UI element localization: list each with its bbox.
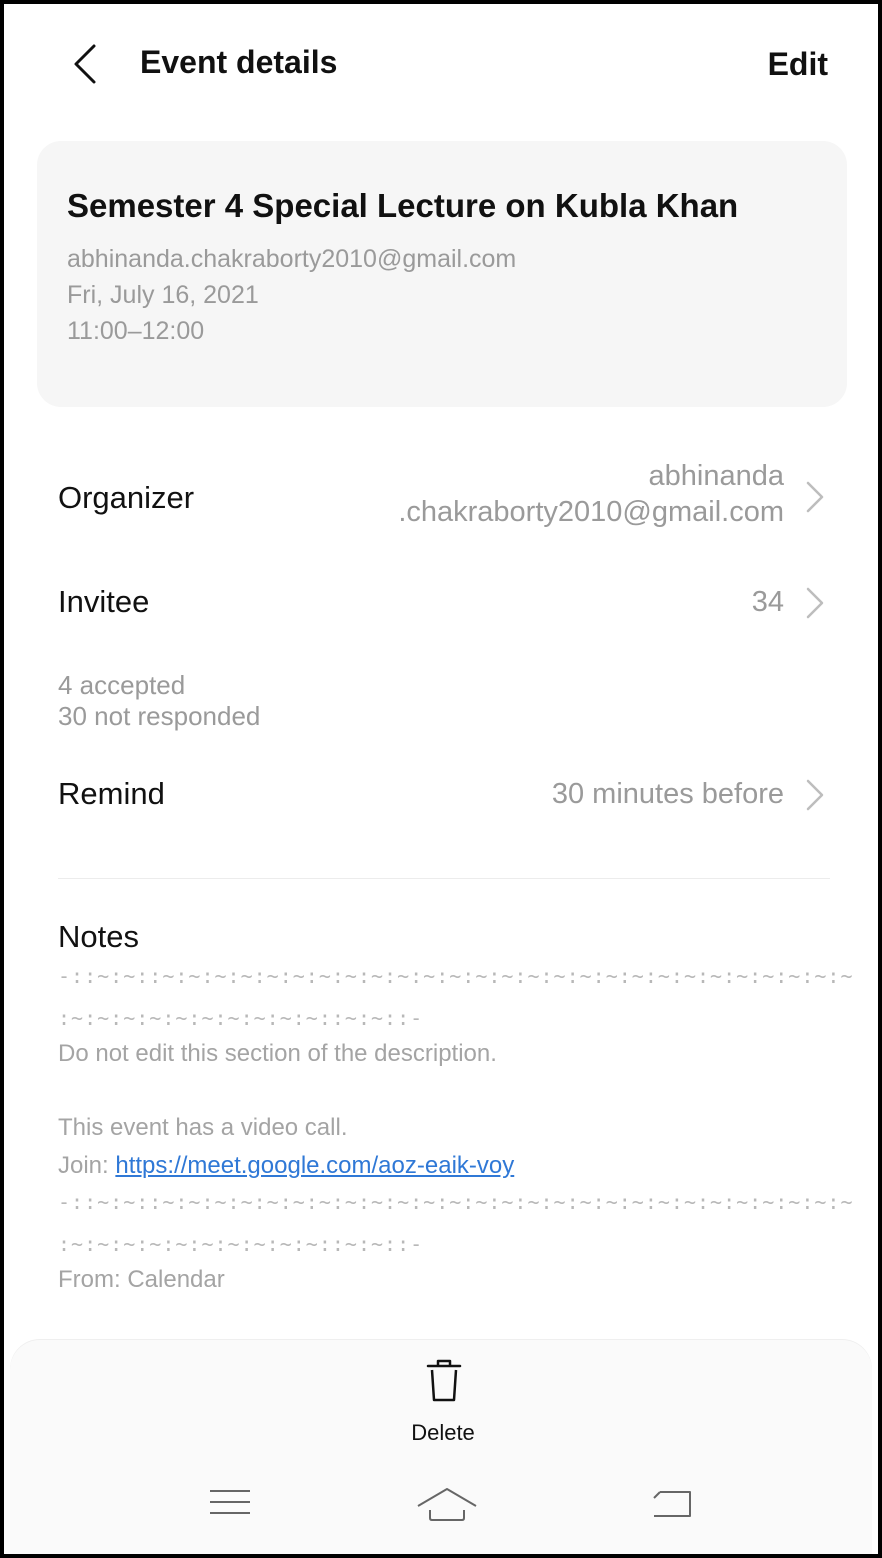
- notes-warning: Do not edit this section of the descript…: [58, 1040, 497, 1067]
- menu-icon[interactable]: [208, 1488, 252, 1516]
- edit-button[interactable]: Edit: [768, 46, 828, 83]
- chevron-right-icon: [806, 779, 824, 811]
- organizer-row[interactable]: Organizer abhinanda .chakraborty2010@gma…: [4, 454, 878, 544]
- organizer-label: Organizer: [58, 480, 195, 515]
- event-time: 11:00–12:00: [67, 317, 205, 345]
- page-title: Event details: [140, 44, 338, 80]
- organizer-value: abhinanda .chakraborty2010@gmail.com: [398, 458, 784, 530]
- notes-from: From: Calendar: [58, 1266, 225, 1293]
- remind-row[interactable]: Remind 30 minutes before: [4, 768, 878, 824]
- remind-label: Remind: [58, 776, 165, 811]
- delete-label: Delete: [411, 1420, 475, 1445]
- invitee-not-responded: 30 not responded: [58, 701, 261, 731]
- home-icon[interactable]: [416, 1486, 478, 1522]
- meet-link[interactable]: https://meet.google.com/aoz-eaik-voy: [115, 1152, 514, 1179]
- back-button[interactable]: [64, 42, 108, 86]
- trash-icon: [426, 1359, 462, 1402]
- remind-value: 30 minutes before: [551, 778, 784, 810]
- invitee-label: Invitee: [58, 584, 150, 619]
- invitee-accepted: 4 accepted: [58, 670, 186, 700]
- organizer-email-line1: abhinanda: [648, 460, 784, 492]
- notes-separator: :~:~:~:~:~:~:~:~:~:~::~:~::-: [58, 1006, 424, 1030]
- event-account: abhinanda.chakraborty2010@gmail.com: [67, 245, 517, 273]
- organizer-email-line2: .chakraborty2010@gmail.com: [398, 496, 784, 528]
- invitee-row[interactable]: Invitee 34: [4, 576, 878, 632]
- event-details-screen: Event details Edit Semester 4 Special Le…: [4, 4, 878, 1554]
- notes-separator: -::~:~::~:~:~:~:~:~:~:~:~:~:~:~:~:~:~:~:…: [58, 964, 854, 988]
- event-date: Fri, July 16, 2021: [67, 281, 259, 309]
- join-label: Join:: [58, 1152, 116, 1179]
- notes-video-call: This event has a video call.: [58, 1114, 348, 1141]
- chevron-right-icon: [806, 587, 824, 619]
- chevron-left-icon: [74, 44, 96, 84]
- bottom-action-bar: Delete: [10, 1340, 872, 1554]
- delete-button[interactable]: Delete: [393, 1358, 493, 1448]
- event-summary-card: Semester 4 Special Lecture on Kubla Khan…: [37, 141, 847, 407]
- back-icon[interactable]: [650, 1488, 694, 1520]
- notes-title: Notes: [58, 919, 139, 954]
- notes-join-line: Join: https://meet.google.com/aoz-eaik-v…: [58, 1152, 514, 1180]
- event-title: Semester 4 Special Lecture on Kubla Khan: [67, 187, 739, 224]
- divider: [58, 878, 830, 879]
- invitee-count: 34: [751, 586, 784, 618]
- chevron-right-icon: [806, 481, 824, 513]
- notes-separator: -::~:~::~:~:~:~:~:~:~:~:~:~:~:~:~:~:~:~:…: [58, 1190, 854, 1214]
- notes-separator: :~:~:~:~:~:~:~:~:~:~::~:~::-: [58, 1232, 424, 1256]
